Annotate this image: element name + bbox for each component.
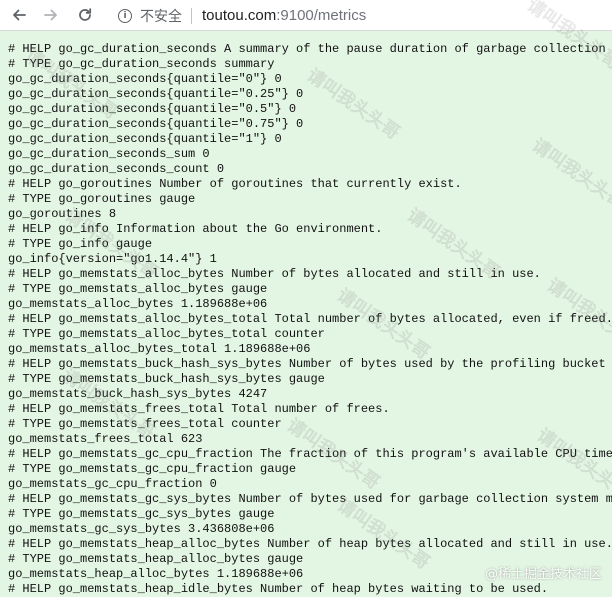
metrics-line: go_memstats_alloc_bytes 1.189688e+06 xyxy=(8,297,268,311)
metrics-line: go_gc_duration_seconds{quantile="0.25"} … xyxy=(8,87,304,101)
metrics-line: # HELP go_memstats_buck_hash_sys_bytes N… xyxy=(8,357,606,371)
metrics-line: go_memstats_gc_cpu_fraction 0 xyxy=(8,477,217,491)
address-bar[interactable]: i 不安全 toutou.com:9100/metrics xyxy=(108,2,608,29)
arrow-right-icon xyxy=(44,9,57,21)
metrics-line: # TYPE go_info gauge xyxy=(8,237,153,251)
metrics-line: # HELP go_memstats_frees_total Total num… xyxy=(8,402,390,416)
metrics-line: # HELP go_memstats_alloc_bytes Number of… xyxy=(8,267,541,281)
url-host: toutou.com xyxy=(202,7,277,24)
metrics-line: go_gc_duration_seconds{quantile="0.5"} 0 xyxy=(8,102,297,116)
metrics-line: # HELP go_gc_duration_seconds A summary … xyxy=(8,42,612,56)
security-label[interactable]: 不安全 xyxy=(140,6,182,26)
reload-icon xyxy=(79,8,92,21)
metrics-line: # TYPE go_memstats_buck_hash_sys_bytes g… xyxy=(8,372,325,386)
metrics-line: # TYPE go_goroutines gauge xyxy=(8,192,196,206)
url-path: :9100/metrics xyxy=(276,7,367,24)
footer-watermark: @稀土掘金技术社区 xyxy=(484,567,602,582)
metrics-line: go_memstats_gc_sys_bytes 3.436808e+06 xyxy=(8,522,275,536)
forward-button[interactable] xyxy=(40,4,62,26)
metrics-line: go_gc_duration_seconds_count 0 xyxy=(8,162,225,176)
metrics-line: go_memstats_frees_total 623 xyxy=(8,432,203,446)
metrics-line: # HELP go_memstats_heap_alloc_bytes Numb… xyxy=(8,537,612,551)
metrics-line: # HELP go_memstats_alloc_bytes_total Tot… xyxy=(8,312,612,326)
back-button[interactable] xyxy=(8,4,30,26)
address-divider xyxy=(191,7,192,24)
metrics-line: # TYPE go_memstats_gc_cpu_fraction gauge xyxy=(8,462,297,476)
browser-toolbar: i 不安全 toutou.com:9100/metrics xyxy=(0,0,612,31)
metrics-line: go_memstats_buck_hash_sys_bytes 4247 xyxy=(8,387,268,401)
metrics-text: # HELP go_gc_duration_seconds A summary … xyxy=(8,42,612,597)
metrics-line: go_gc_duration_seconds_sum 0 xyxy=(8,147,210,161)
reload-button[interactable] xyxy=(74,4,96,26)
metrics-line: go_goroutines 8 xyxy=(8,207,117,221)
metrics-line: go_gc_duration_seconds{quantile="0"} 0 xyxy=(8,72,282,86)
metrics-line: # TYPE go_memstats_alloc_bytes_total cou… xyxy=(8,327,325,341)
metrics-line: # HELP go_memstats_gc_sys_bytes Number o… xyxy=(8,492,612,506)
metrics-line: # HELP go_goroutines Number of goroutine… xyxy=(8,177,462,191)
info-icon[interactable]: i xyxy=(118,8,132,23)
metrics-line: # HELP go_memstats_gc_cpu_fraction The f… xyxy=(8,447,612,461)
metrics-line: go_memstats_alloc_bytes_total 1.189688e+… xyxy=(8,342,311,356)
metrics-line: # HELP go_memstats_heap_idle_bytes Numbe… xyxy=(8,582,549,596)
metrics-line: go_gc_duration_seconds{quantile="0.75"} … xyxy=(8,117,304,131)
metrics-line: # TYPE go_memstats_alloc_bytes gauge xyxy=(8,282,268,296)
metrics-line: go_gc_duration_seconds{quantile="1"} 0 xyxy=(8,132,282,146)
arrow-left-icon xyxy=(13,9,26,21)
url-text[interactable]: toutou.com:9100/metrics xyxy=(202,7,366,24)
metrics-line: # TYPE go_memstats_frees_total counter xyxy=(8,417,282,431)
metrics-line: # TYPE go_memstats_gc_sys_bytes gauge xyxy=(8,507,275,521)
metrics-line: # HELP go_info Information about the Go … xyxy=(8,222,383,236)
metrics-line: go_info{version="go1.14.4"} 1 xyxy=(8,252,217,266)
metrics-line: # TYPE go_gc_duration_seconds summary xyxy=(8,57,275,71)
